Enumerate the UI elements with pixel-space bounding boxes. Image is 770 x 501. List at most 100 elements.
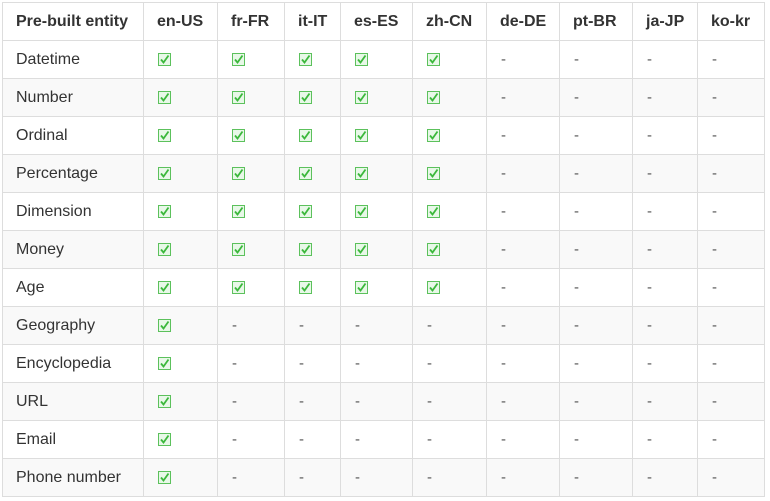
support-cell: -: [284, 306, 341, 345]
not-supported-dash: -: [712, 126, 717, 144]
support-cell: [143, 344, 218, 383]
not-supported-dash: -: [501, 126, 506, 144]
support-cell: [340, 230, 413, 269]
check-box-icon: [232, 128, 245, 142]
support-cell: -: [284, 420, 341, 459]
support-cell: [217, 40, 285, 79]
support-cell: [143, 230, 218, 269]
support-cell: -: [559, 230, 633, 269]
support-cell: -: [632, 306, 698, 345]
support-cell: -: [486, 306, 560, 345]
not-supported-dash: -: [574, 240, 579, 258]
support-cell: -: [559, 382, 633, 421]
column-header-locale: de-DE: [486, 2, 560, 41]
not-supported-dash: -: [647, 202, 652, 220]
support-cell: -: [559, 458, 633, 497]
support-cell: -: [697, 344, 765, 383]
support-cell: -: [632, 154, 698, 193]
not-supported-dash: -: [647, 164, 652, 182]
not-supported-dash: -: [355, 392, 360, 410]
support-cell: -: [486, 154, 560, 193]
support-cell: [412, 192, 487, 231]
check-box-icon: [355, 242, 368, 256]
check-box-icon: [427, 242, 440, 256]
support-cell: [143, 420, 218, 459]
entity-name-cell: Money: [2, 230, 144, 269]
not-supported-dash: -: [501, 468, 506, 486]
not-supported-dash: -: [574, 88, 579, 106]
entity-name-cell: Ordinal: [2, 116, 144, 155]
not-supported-dash: -: [712, 240, 717, 258]
support-cell: [143, 306, 218, 345]
support-cell: -: [486, 344, 560, 383]
support-cell: -: [284, 344, 341, 383]
not-supported-dash: -: [574, 202, 579, 220]
support-cell: [340, 116, 413, 155]
support-cell: [412, 230, 487, 269]
table-row: Geography - - - - - - - -: [2, 306, 765, 345]
support-cell: [284, 40, 341, 79]
support-cell: -: [559, 40, 633, 79]
support-cell: [143, 40, 218, 79]
not-supported-dash: -: [299, 354, 304, 372]
not-supported-dash: -: [501, 392, 506, 410]
table-row: URL - - - - - - - -: [2, 382, 765, 421]
entity-name-cell: Geography: [2, 306, 144, 345]
check-box-icon: [355, 128, 368, 142]
check-box-icon: [427, 280, 440, 294]
check-box-icon: [158, 432, 171, 446]
not-supported-dash: -: [712, 50, 717, 68]
not-supported-dash: -: [232, 468, 237, 486]
check-box-icon: [232, 280, 245, 294]
check-box-icon: [299, 280, 312, 294]
support-cell: [284, 192, 341, 231]
entity-name-cell: Number: [2, 78, 144, 117]
support-cell: -: [632, 420, 698, 459]
support-cell: [143, 268, 218, 307]
column-header-locale: pt-BR: [559, 2, 633, 41]
support-cell: -: [340, 382, 413, 421]
check-box-icon: [232, 242, 245, 256]
support-cell: [143, 382, 218, 421]
not-supported-dash: -: [712, 430, 717, 448]
not-supported-dash: -: [355, 430, 360, 448]
support-cell: -: [697, 382, 765, 421]
entity-name-cell: Encyclopedia: [2, 344, 144, 383]
support-cell: -: [559, 192, 633, 231]
not-supported-dash: -: [574, 316, 579, 334]
check-box-icon: [299, 52, 312, 66]
not-supported-dash: -: [712, 278, 717, 296]
support-cell: [412, 268, 487, 307]
support-cell: -: [697, 116, 765, 155]
table-row: Dimension - - - -: [2, 192, 765, 231]
support-cell: -: [697, 306, 765, 345]
table-row: Phone number - - - - - - - -: [2, 458, 765, 497]
support-cell: [284, 154, 341, 193]
support-cell: [143, 458, 218, 497]
support-cell: -: [412, 382, 487, 421]
table-row: Number - - - -: [2, 78, 765, 117]
support-cell: -: [486, 268, 560, 307]
support-cell: -: [217, 344, 285, 383]
not-supported-dash: -: [501, 202, 506, 220]
not-supported-dash: -: [299, 392, 304, 410]
check-box-icon: [158, 318, 171, 332]
check-box-icon: [299, 204, 312, 218]
not-supported-dash: -: [232, 392, 237, 410]
support-cell: -: [412, 458, 487, 497]
support-cell: -: [697, 458, 765, 497]
column-header-locale: en-US: [143, 2, 218, 41]
support-cell: [143, 78, 218, 117]
not-supported-dash: -: [574, 430, 579, 448]
support-cell: [284, 268, 341, 307]
support-cell: -: [697, 40, 765, 79]
column-header-locale: ja-JP: [632, 2, 698, 41]
column-header-locale: fr-FR: [217, 2, 285, 41]
not-supported-dash: -: [712, 354, 717, 372]
support-cell: -: [284, 382, 341, 421]
support-cell: -: [559, 154, 633, 193]
support-cell: -: [412, 344, 487, 383]
not-supported-dash: -: [355, 354, 360, 372]
not-supported-dash: -: [712, 468, 717, 486]
not-supported-dash: -: [574, 278, 579, 296]
